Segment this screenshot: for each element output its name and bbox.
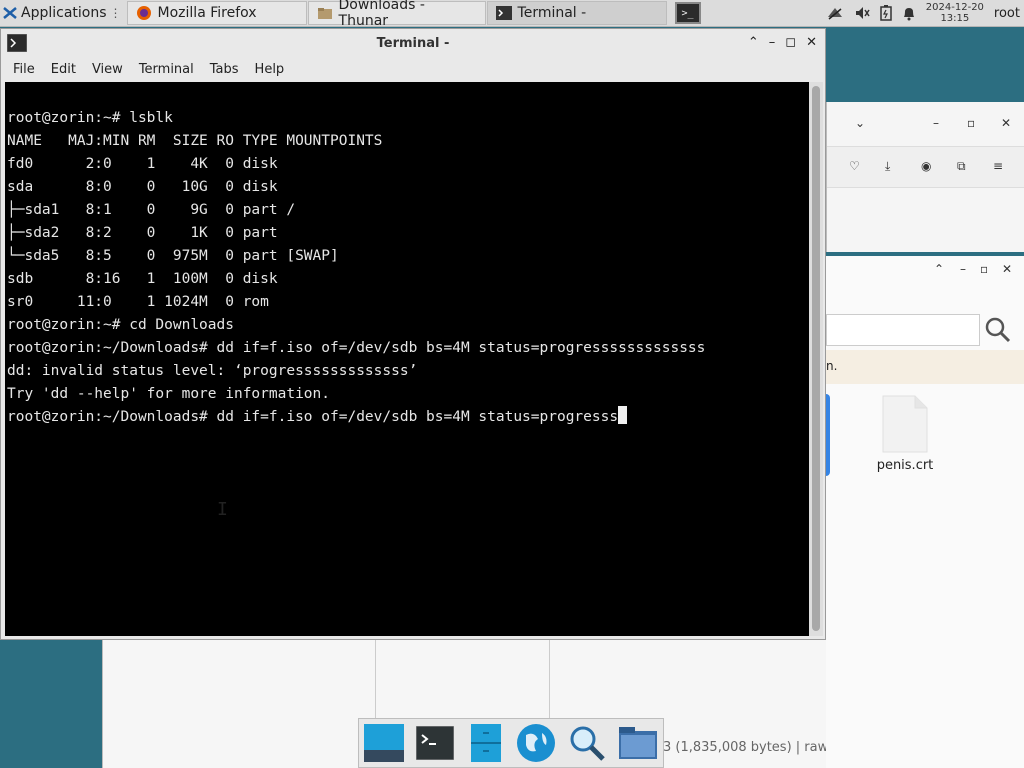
taskbar-item-label: Mozilla Firefox	[157, 5, 257, 21]
clock-date: 2024-12-20	[925, 2, 984, 13]
terminal-scrollbar[interactable]	[809, 82, 823, 636]
minimize-icon[interactable]: –	[933, 116, 939, 130]
taskbar-item-label: Terminal -	[517, 5, 587, 21]
terminal-input-line[interactable]: root@zorin:~/Downloads# dd if=f.iso of=/…	[7, 406, 809, 429]
dock-folder[interactable]	[618, 723, 658, 763]
firefox-window: ⌄ – ▫ ✕ ♡ ⤓ ◉ ⧉ ≡	[826, 102, 1024, 252]
terminal-title: Terminal -	[376, 35, 450, 51]
download-icon[interactable]: ⤓	[885, 159, 890, 174]
chevron-up-icon[interactable]: ⌃	[934, 262, 944, 276]
taskbar-item-label: Downloads - Thunar	[338, 0, 425, 29]
clock-time: 13:15	[940, 13, 970, 24]
info-bar-text: n.	[826, 359, 838, 373]
terminal-line: dd: invalid status level: ‘progresssssss…	[7, 363, 418, 379]
dock	[358, 718, 664, 768]
taskbar-item-terminal[interactable]: Terminal -	[486, 1, 667, 25]
terminal-line: fd0 2:0 1 4K 0 disk	[7, 156, 278, 172]
clock[interactable]: 2024-12-20 13:15	[926, 2, 984, 24]
terminal-line: root@zorin:~# lsblk	[7, 110, 173, 126]
folder-icon	[618, 727, 657, 759]
applications-menu-button[interactable]: Applications ⋮	[0, 0, 126, 26]
file-name: penis.crt	[876, 458, 934, 473]
network-icon[interactable]	[826, 5, 844, 21]
firefox-icon	[136, 5, 152, 21]
terminal-menubar: File Edit View Terminal Tabs Help	[1, 57, 825, 81]
maximize-icon[interactable]: ▫	[980, 262, 988, 276]
terminal-icon	[495, 5, 512, 21]
text-cursor-pointer-icon: I	[217, 499, 228, 520]
workspace-terminal-icon[interactable]: >_	[674, 2, 701, 24]
terminal-line: NAME MAJ:MIN RM SIZE RO TYPE MOUNTPOINTS	[7, 133, 383, 149]
search-icon	[570, 726, 605, 761]
info-bar: n.	[826, 350, 1024, 384]
taskbar-item-thunar[interactable]: Downloads - Thunar	[307, 0, 486, 29]
terminal-line: root@zorin:~# cd Downloads	[7, 317, 234, 333]
menu-terminal[interactable]: Terminal	[131, 62, 202, 77]
minimize-icon[interactable]: –	[960, 262, 966, 276]
menu-tabs[interactable]: Tabs	[202, 62, 247, 77]
dock-file-manager[interactable]	[466, 723, 506, 763]
notification-bell-icon[interactable]	[902, 5, 916, 21]
extensions-icon[interactable]: ⧉	[957, 159, 966, 174]
terminal-icon	[415, 726, 454, 760]
menu-file[interactable]: File	[5, 62, 43, 77]
applications-label: Applications	[21, 5, 107, 21]
dock-web-browser[interactable]	[516, 723, 556, 763]
terminal-line: sr0 11:0 1 1024M 0 rom	[7, 294, 269, 310]
dock-show-desktop[interactable]	[364, 723, 405, 763]
terminal-line: ├─sda1 8:1 0 9G 0 part /	[7, 202, 296, 218]
account-icon[interactable]: ◉	[921, 159, 931, 173]
document-icon	[882, 395, 928, 453]
volume-muted-icon[interactable]	[854, 5, 870, 21]
dock-terminal[interactable]	[415, 723, 455, 763]
file-manager-icon	[470, 724, 501, 762]
terminal-line: Try 'dd --help' for more information.	[7, 386, 331, 402]
window-up-icon[interactable]: ⌃	[748, 35, 759, 50]
firefox-toolbar: ♡ ⤓ ◉ ⧉ ≡	[827, 146, 1024, 188]
taskbar-item-firefox[interactable]: Mozilla Firefox	[126, 1, 307, 25]
pocket-icon[interactable]: ♡	[849, 159, 860, 173]
applications-separator: ⋮	[109, 6, 122, 20]
menu-view[interactable]: View	[84, 62, 131, 77]
desktop-icon	[364, 724, 405, 762]
location-input[interactable]	[826, 314, 980, 346]
thunar-window-right: ⌃ – ▫ ✕ n. penis.crt	[826, 256, 1024, 768]
menu-edit[interactable]: Edit	[43, 62, 84, 77]
user-menu[interactable]: root	[994, 6, 1020, 21]
menu-help[interactable]: Help	[247, 62, 293, 77]
file-item[interactable]: penis.crt	[862, 394, 948, 473]
chevron-down-icon[interactable]: ⌄	[855, 116, 865, 130]
terminal-titlebar[interactable]: Terminal - ⌃ – ◻ ✕	[1, 29, 825, 57]
terminal-line: └─sda5 8:5 0 975M 0 part [SWAP]	[7, 248, 339, 264]
terminal-line: ├─sda2 8:2 0 1K 0 part	[7, 225, 278, 241]
terminal-line: sdb 8:16 1 100M 0 disk	[7, 271, 278, 287]
folder-icon	[317, 5, 333, 21]
maximize-icon[interactable]: ◻	[785, 35, 796, 50]
terminal-line: sda 8:0 0 10G 0 disk	[7, 179, 278, 195]
terminal-window: Terminal - ⌃ – ◻ ✕ File Edit View Termin…	[0, 28, 826, 640]
battery-icon[interactable]	[880, 5, 892, 21]
close-icon[interactable]: ✕	[1001, 116, 1011, 130]
selection-edge	[826, 394, 830, 476]
terminal-output[interactable]: root@zorin:~# lsblk NAME MAJ:MIN RM SIZE …	[5, 82, 809, 636]
terminal-line: root@zorin:~/Downloads# dd if=f.iso of=/…	[7, 340, 706, 356]
xfce-logo-icon	[3, 7, 17, 19]
system-tray: 2024-12-20 13:15 root	[826, 0, 1024, 26]
search-icon[interactable]	[984, 316, 1012, 344]
text-cursor	[618, 406, 628, 424]
close-icon[interactable]: ✕	[1002, 262, 1012, 276]
web-browser-icon	[517, 724, 556, 762]
minimize-icon[interactable]: –	[769, 35, 776, 50]
maximize-icon[interactable]: ▫	[967, 116, 975, 130]
dock-search[interactable]	[567, 723, 607, 763]
scrollbar-thumb[interactable]	[812, 86, 820, 631]
top-panel: Applications ⋮ Mozilla Firefox Downloads…	[0, 0, 1024, 29]
close-icon[interactable]: ✕	[806, 35, 817, 50]
terminal-current-command: root@zorin:~/Downloads# dd if=f.iso of=/…	[7, 409, 619, 425]
hamburger-menu-icon[interactable]: ≡	[993, 159, 1003, 173]
